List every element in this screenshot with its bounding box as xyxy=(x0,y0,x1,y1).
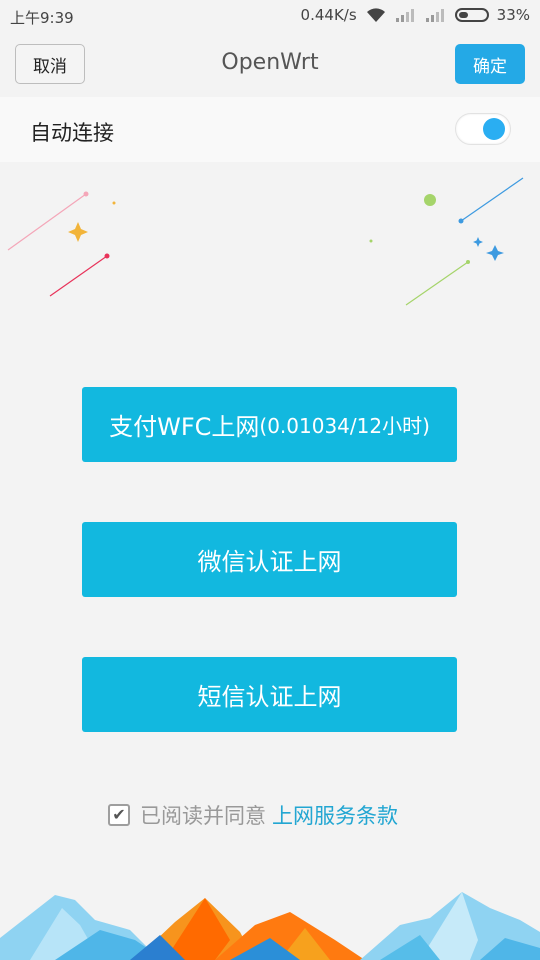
toggle-knob xyxy=(483,118,505,140)
auto-connect-label: 自动连接 xyxy=(30,121,114,145)
mountains-illustration xyxy=(0,892,540,960)
battery-icon xyxy=(454,8,489,22)
pay-wfc-label: 支付WFC上网 xyxy=(109,413,260,441)
status-bar: 上午9:39 0.44K/s 33% xyxy=(0,0,540,32)
signal-icon xyxy=(395,9,414,22)
wifi-icon xyxy=(366,8,385,22)
decoration-left xyxy=(7,191,116,297)
pay-wfc-price: (0.01034/12小时) xyxy=(259,414,430,438)
terms-link[interactable]: 上网服务条款 xyxy=(272,800,398,830)
network-speed: 0.44K/s xyxy=(300,6,357,24)
signal-icon-2 xyxy=(425,9,444,22)
agreement-text: 已阅读并同意 xyxy=(140,804,266,828)
confirm-button[interactable]: 确定 xyxy=(455,44,525,84)
status-right: 0.44K/s 33% xyxy=(301,6,530,24)
header: 取消 OpenWrt 确定 xyxy=(0,32,540,96)
wechat-auth-button[interactable]: 微信认证上网 xyxy=(82,522,457,597)
sms-auth-button[interactable]: 短信认证上网 xyxy=(82,657,457,732)
auto-connect-toggle[interactable] xyxy=(455,113,511,145)
pay-wfc-button[interactable]: 支付WFC上网 (0.01034/12小时) xyxy=(82,387,457,462)
agreement-row: ✔ 已阅读并同意 上网服务条款 xyxy=(108,800,398,830)
agree-checkbox[interactable]: ✔ xyxy=(108,804,130,826)
status-time: 上午9:39 xyxy=(10,9,74,27)
battery-percent: 33% xyxy=(496,6,530,24)
decoration-right xyxy=(369,177,524,306)
